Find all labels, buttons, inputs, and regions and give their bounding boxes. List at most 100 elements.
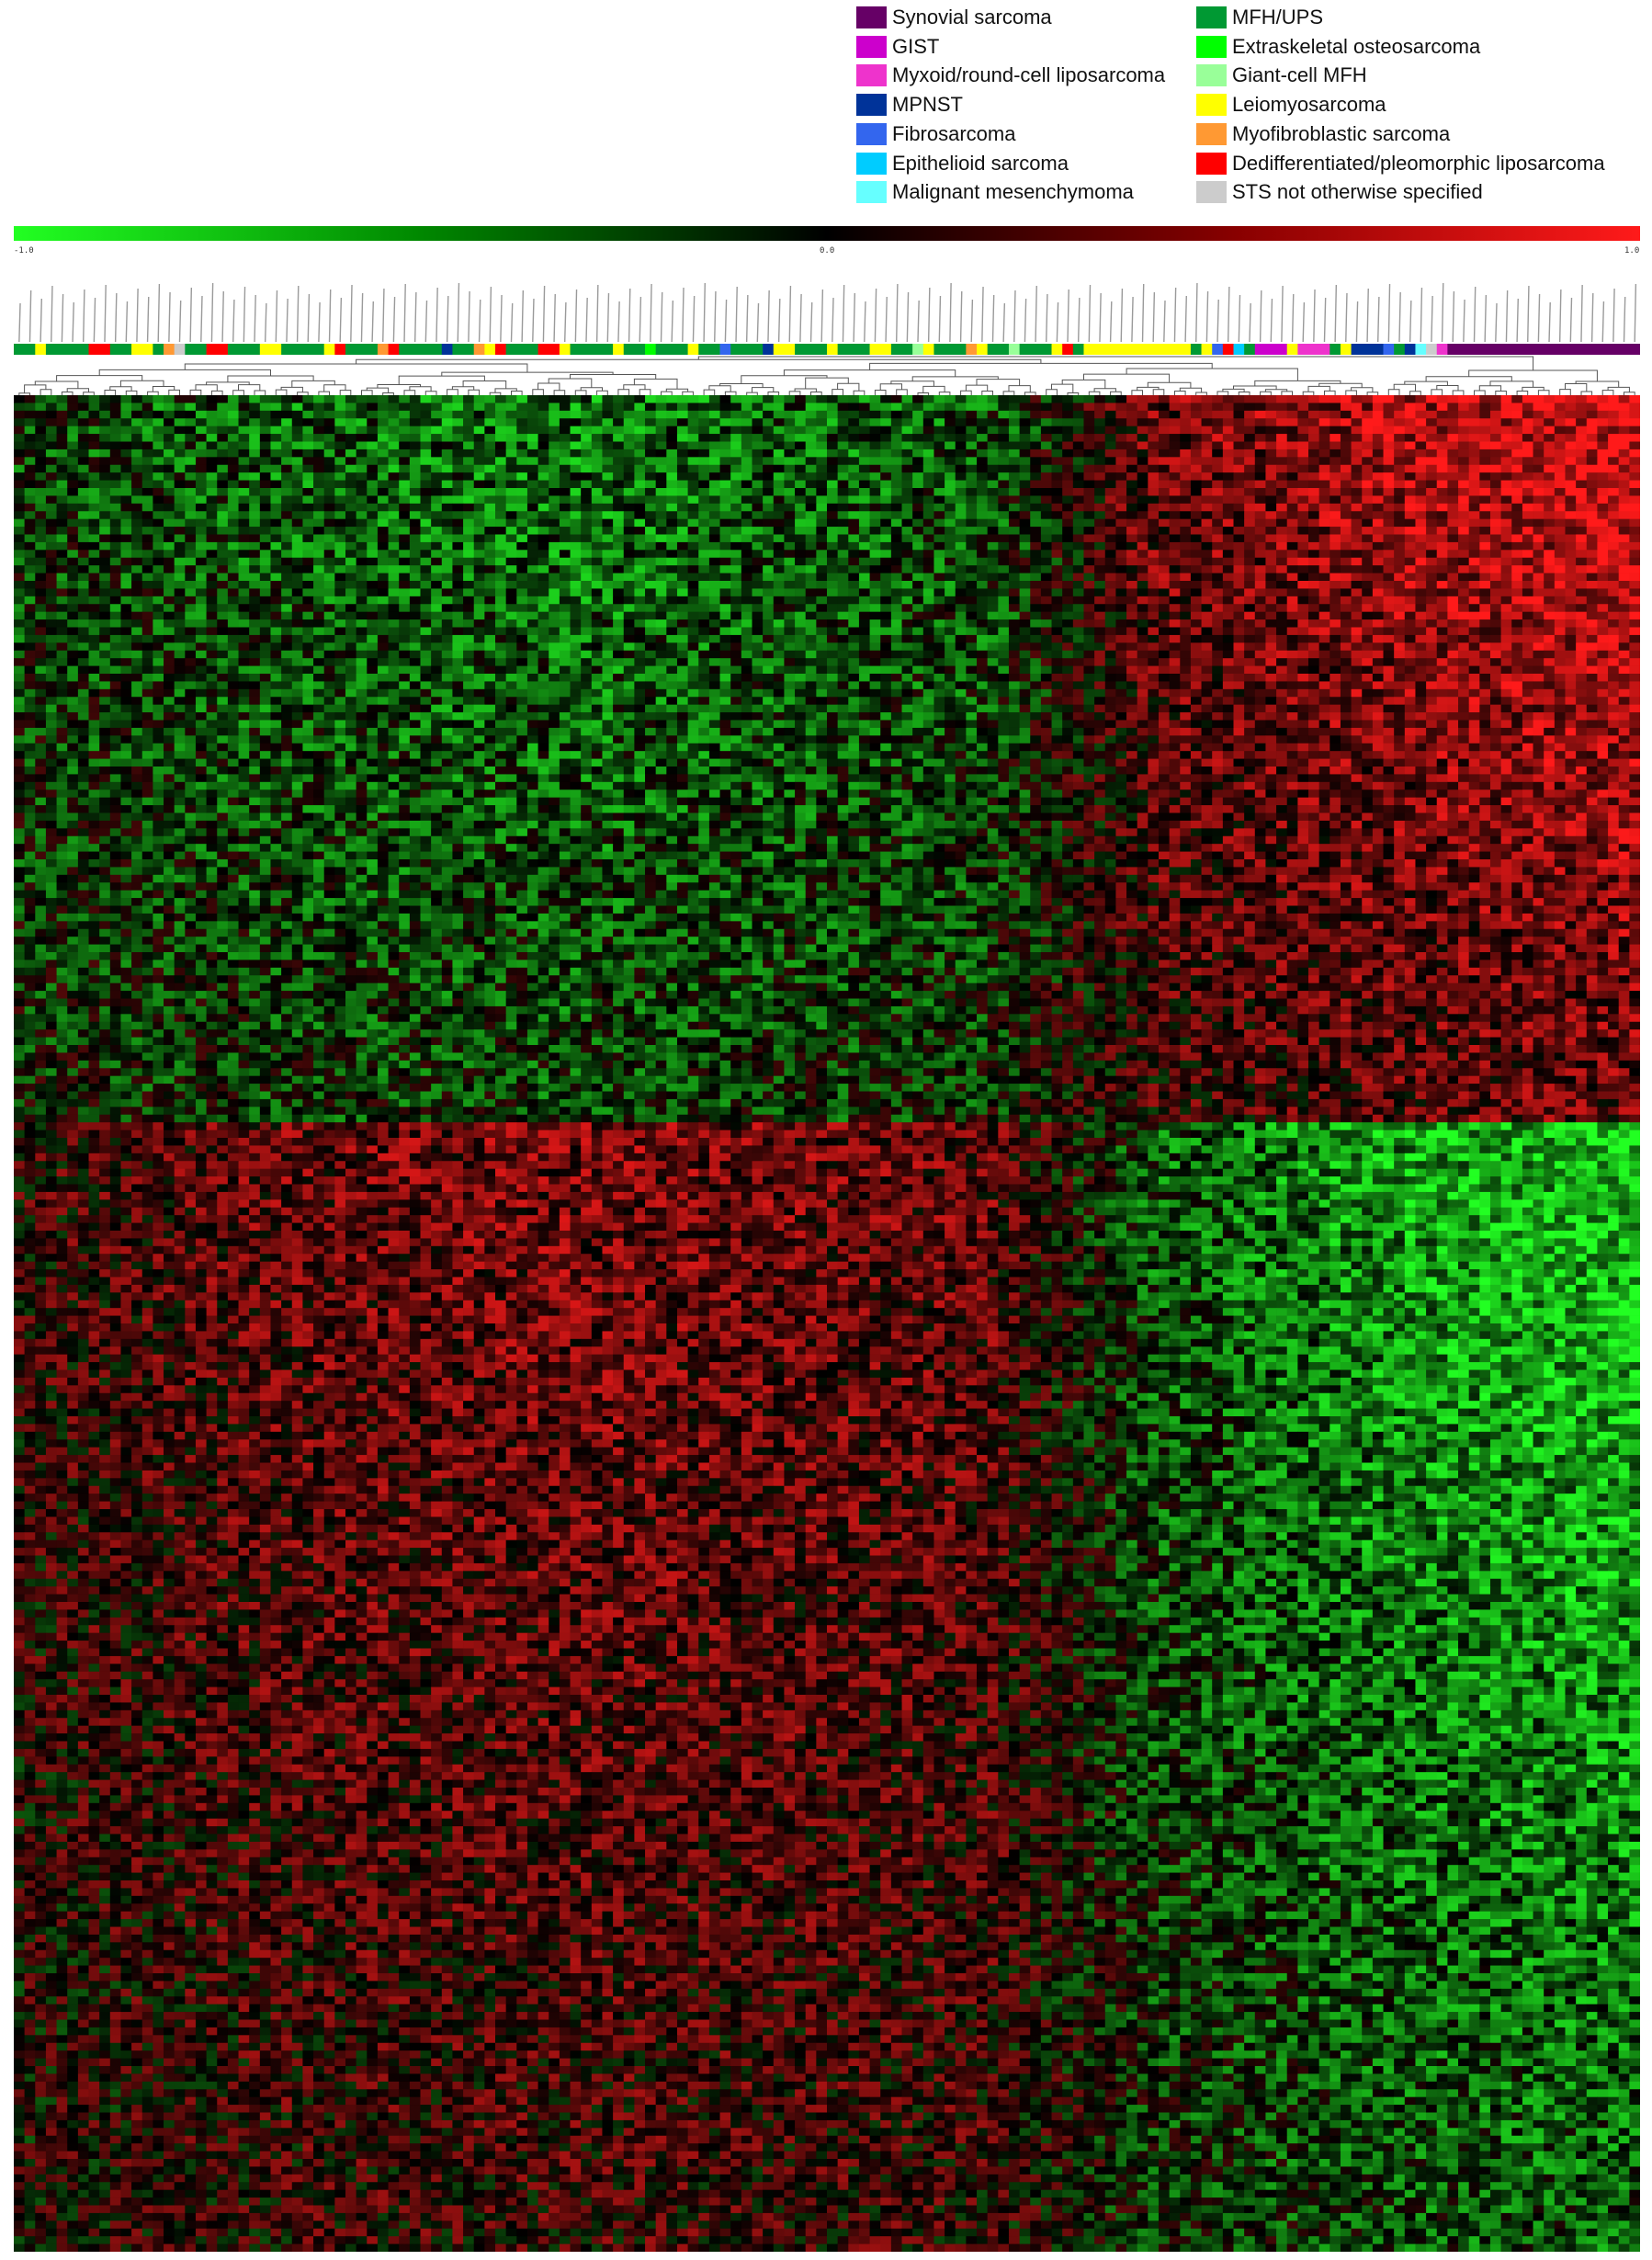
subtype-strip-cell (1405, 344, 1416, 355)
legend-item: Extraskeletal osteosarcoma (1196, 33, 1480, 61)
heatmap-cell (228, 395, 239, 403)
heatmap-cell (399, 426, 410, 435)
heatmap-cell (1094, 426, 1105, 435)
heatmap-cell (688, 395, 699, 403)
subtype-strip-cell (763, 344, 774, 355)
legend-item: Malignant mesenchymoma (856, 178, 1134, 206)
heatmap-cell (709, 403, 720, 411)
heatmap-cell (1297, 403, 1308, 411)
subtype-strip-cell (1212, 344, 1223, 355)
heatmap-cell (185, 426, 196, 435)
heatmap-cell (1533, 403, 1545, 411)
heatmap-cell (1020, 418, 1031, 426)
heatmap-cell (1148, 418, 1159, 426)
heatmap-cell (741, 426, 752, 435)
heatmap-cell (730, 418, 741, 426)
heatmap-cell (1137, 411, 1148, 419)
heatmap-cell (1587, 418, 1598, 426)
heatmap-cell (99, 403, 110, 411)
heatmap-cell (249, 403, 260, 411)
heatmap-plot (14, 256, 1640, 2252)
heatmap-cell (1352, 403, 1363, 411)
heatmap-cell (1287, 395, 1298, 403)
color-scale-bar (14, 226, 1640, 241)
sample-labels (19, 283, 1636, 342)
heatmap-cell (249, 395, 260, 403)
heatmap-cell (1373, 403, 1384, 411)
heatmap-cell (763, 403, 774, 411)
heatmap-cell (1020, 403, 1031, 411)
heatmap-cell (1469, 418, 1480, 426)
heatmap-cell (131, 411, 142, 419)
heatmap-cell (613, 403, 624, 411)
heatmap-cell (1276, 418, 1287, 426)
heatmap-cell (1330, 411, 1341, 419)
subtype-strip-cell (891, 344, 913, 355)
heatmap-cell (988, 395, 999, 403)
heatmap-cell (1159, 395, 1170, 403)
heatmap-cell (110, 395, 121, 403)
heatmap-cell (666, 395, 677, 403)
heatmap-cell (410, 395, 421, 403)
heatmap-cell (35, 403, 46, 411)
heatmap-cell (827, 411, 838, 419)
heatmap-cell (345, 395, 356, 403)
heatmap-cell (389, 411, 400, 419)
heatmap-cell (774, 426, 785, 435)
heatmap-cell (142, 403, 153, 411)
heatmap-cell (624, 426, 635, 435)
heatmap-cell (89, 426, 100, 435)
heatmap-cell (988, 411, 999, 419)
legend-swatch (856, 94, 887, 116)
heatmap-cell (870, 426, 881, 435)
legend-swatch (1196, 153, 1227, 175)
heatmap-cell (859, 426, 870, 435)
heatmap-cell (698, 403, 709, 411)
heatmap-cell (549, 411, 560, 419)
heatmap-cell (1202, 411, 1213, 419)
heatmap-cell (324, 403, 335, 411)
heatmap-cell (602, 395, 613, 403)
heatmap-cell (1629, 418, 1640, 426)
subtype-strip-cell (688, 344, 699, 355)
heatmap-cell (1426, 403, 1437, 411)
heatmap-cell (452, 418, 463, 426)
heatmap-cell (474, 426, 485, 435)
heatmap-cell (1479, 395, 1490, 403)
subtype-strip-cell (89, 344, 111, 355)
heatmap-cell (1576, 418, 1587, 426)
heatmap-cell (110, 418, 121, 426)
legend-item: STS not otherwise specified (1196, 178, 1483, 206)
heatmap-cell (281, 411, 292, 419)
subtype-strip-cell (838, 344, 870, 355)
subtype-strip-cell (730, 344, 763, 355)
heatmap-cell (848, 411, 859, 419)
heatmap-cell (816, 418, 827, 426)
heatmap-cell (709, 411, 720, 419)
heatmap-cell (956, 418, 967, 426)
heatmap-cell (1126, 426, 1137, 435)
heatmap-cell (516, 418, 527, 426)
heatmap-cell (378, 403, 389, 411)
heatmap-cell (1352, 418, 1363, 426)
heatmap-cell (838, 418, 849, 426)
heatmap-cell (14, 403, 25, 411)
subtype-strip-cell (1009, 344, 1020, 355)
heatmap-cell (495, 411, 506, 419)
heatmap-cell (217, 426, 228, 435)
heatmap-cell (1352, 411, 1363, 419)
legend-label: Giant-cell MFH (1232, 63, 1367, 87)
legend-label: Synovial sarcoma (892, 6, 1052, 29)
heatmap-cell (624, 395, 635, 403)
heatmap-cell (1533, 411, 1545, 419)
heatmap-cell (1030, 411, 1041, 419)
heatmap-cell (656, 395, 667, 403)
heatmap-cell (677, 411, 688, 419)
dendrogram-branches (19, 357, 1635, 395)
heatmap-cell (164, 403, 175, 411)
heatmap-cell (956, 395, 967, 403)
heatmap-cell (656, 403, 667, 411)
heatmap-cell (1415, 395, 1426, 403)
heatmap-cell (1041, 395, 1052, 403)
heatmap-cell (1212, 411, 1223, 419)
